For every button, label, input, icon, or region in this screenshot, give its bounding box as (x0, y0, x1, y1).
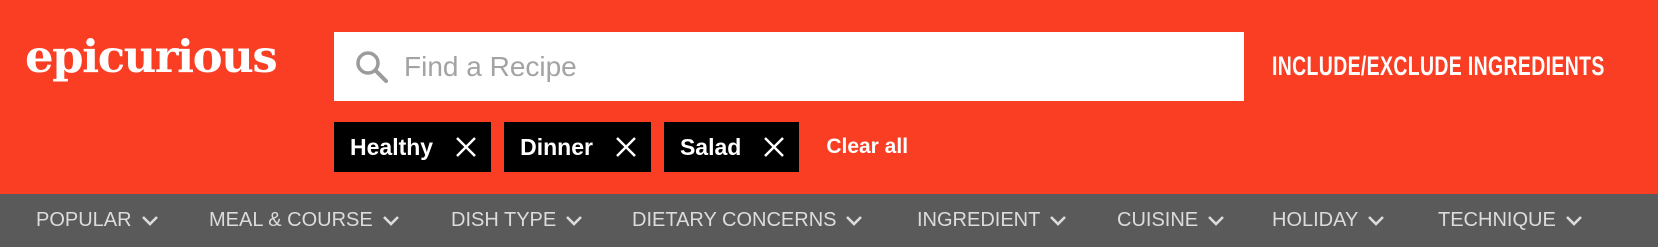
chevron-down-icon (141, 215, 158, 226)
nav-item-holiday[interactable]: HOLIDAY (1272, 194, 1385, 247)
chevron-down-icon (1368, 215, 1385, 226)
site-header: epicurious INCLUDE/EXCLUDE INGREDIENTS H… (0, 0, 1658, 194)
chevron-down-icon (846, 215, 863, 226)
filter-chip-dinner[interactable]: Dinner (504, 122, 651, 172)
epicurious-logo[interactable]: epicurious (25, 34, 278, 79)
nav-item-dish-type[interactable]: DISH TYPE (451, 194, 583, 247)
nav-item-label: INGREDIENT (917, 209, 1041, 231)
search-input[interactable] (402, 31, 1244, 102)
filter-chip-label: Dinner (520, 133, 593, 160)
nav-item-label: POPULAR (36, 209, 132, 231)
chevron-down-icon (1208, 215, 1225, 226)
filter-chip-label: Salad (679, 133, 742, 160)
nav-item-technique[interactable]: TECHNIQUE (1438, 194, 1582, 247)
clear-all-link[interactable]: Clear all (826, 135, 908, 159)
active-filters: Healthy Dinner Salad Clear all (334, 122, 908, 172)
nav-item-label: MEAL & COURSE (209, 209, 373, 231)
chevron-down-icon (1050, 215, 1067, 226)
nav-item-label: DIETARY CONCERNS (632, 209, 837, 231)
nav-item-label: DISH TYPE (451, 209, 557, 231)
include-exclude-ingredients-link[interactable]: INCLUDE/EXCLUDE INGREDIENTS (1272, 46, 1604, 86)
category-nav: POPULAR MEAL & COURSE DISH TYPE DIETARY … (0, 194, 1658, 247)
nav-item-ingredient[interactable]: INGREDIENT (917, 194, 1067, 247)
close-icon[interactable] (615, 136, 637, 158)
close-icon[interactable] (455, 136, 477, 158)
chevron-down-icon (382, 215, 399, 226)
nav-item-meal-course[interactable]: MEAL & COURSE (209, 194, 399, 247)
nav-item-cuisine[interactable]: CUISINE (1117, 194, 1225, 247)
nav-item-label: CUISINE (1117, 209, 1199, 231)
close-icon[interactable] (763, 136, 785, 158)
search-bar[interactable] (334, 31, 1244, 102)
nav-item-popular[interactable]: POPULAR (36, 194, 158, 247)
filter-chip-healthy[interactable]: Healthy (334, 122, 492, 172)
nav-item-label: TECHNIQUE (1438, 209, 1556, 231)
search-icon[interactable] (354, 49, 390, 85)
chevron-down-icon (1565, 215, 1582, 226)
filter-chip-label: Healthy (350, 133, 434, 160)
chevron-down-icon (566, 215, 583, 226)
nav-item-label: HOLIDAY (1272, 209, 1359, 231)
nav-item-dietary-concerns[interactable]: DIETARY CONCERNS (632, 194, 863, 247)
filter-chip-salad[interactable]: Salad (663, 122, 800, 172)
